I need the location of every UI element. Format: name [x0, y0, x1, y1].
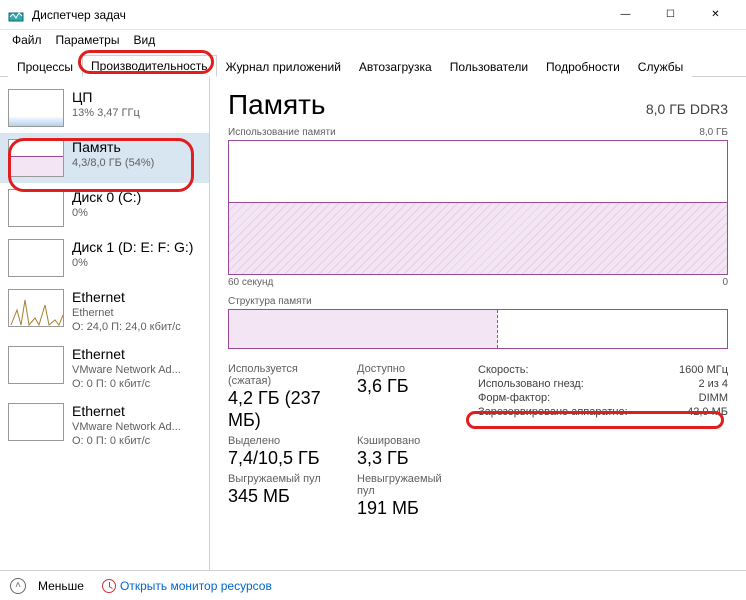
sidebar-label: ЦП — [72, 89, 140, 105]
sidebar-sub: 0% — [72, 206, 141, 220]
tab-app-history[interactable]: Журнал приложений — [217, 56, 350, 77]
tab-startup[interactable]: Автозагрузка — [350, 56, 441, 77]
sidebar-item-ethernet-1[interactable]: Ethernet VMware Network Ad... О: 0 П: 0 … — [0, 340, 209, 397]
sidebar-item-disk0[interactable]: Диск 0 (C:) 0% — [0, 183, 209, 233]
page-title: Память — [228, 89, 326, 121]
hw-reserved-value: 42,0 МБ — [687, 406, 728, 418]
hw-reserved-label: Зарезервировано аппаратно: — [478, 406, 628, 418]
main-panel: Память 8,0 ГБ DDR3 Использование памяти … — [210, 77, 746, 570]
stat-avail-value: 3,6 ГБ — [357, 375, 462, 397]
tab-services[interactable]: Службы — [629, 56, 692, 77]
maximize-button[interactable]: ☐ — [648, 0, 693, 30]
open-resource-monitor-link[interactable]: Открыть монитор ресурсов — [120, 579, 272, 593]
ethernet-thumb — [8, 346, 64, 384]
content: ЦП 13% 3,47 ГГц Память 4,3/8,0 ГБ (54%) … — [0, 77, 746, 570]
sidebar-item-cpu[interactable]: ЦП 13% 3,47 ГГц — [0, 83, 209, 133]
stat-committed-value: 7,4/10,5 ГБ — [228, 447, 333, 469]
sidebar-sub: 0% — [72, 256, 193, 270]
sidebar-label: Память — [72, 139, 154, 155]
ethernet-thumb — [8, 289, 64, 327]
app-icon — [8, 7, 24, 23]
footer: ˄ Меньше Открыть монитор ресурсов — [0, 570, 746, 600]
sidebar-sub2: О: 0 П: 0 кбит/с — [72, 434, 181, 448]
close-button[interactable]: ✕ — [693, 0, 738, 30]
stat-nonpaged-value: 191 МБ — [357, 497, 462, 519]
ethernet-thumb — [8, 403, 64, 441]
tab-performance[interactable]: Производительность — [82, 55, 216, 77]
hw-form-value: DIMM — [699, 392, 728, 404]
sidebar-label: Диск 0 (C:) — [72, 189, 141, 205]
hw-slots-value: 2 из 4 — [698, 378, 728, 390]
window-title: Диспетчер задач — [32, 8, 126, 22]
axis-left: 60 секунд — [228, 277, 273, 288]
menu-options[interactable]: Параметры — [52, 31, 124, 49]
hw-form-label: Форм-фактор: — [478, 392, 550, 404]
sidebar-sub: VMware Network Ad... — [72, 363, 181, 377]
menu-file[interactable]: Файл — [8, 31, 46, 49]
menu-view[interactable]: Вид — [129, 31, 159, 49]
memory-thumb — [8, 139, 64, 177]
tab-details[interactable]: Подробности — [537, 56, 629, 77]
sidebar-item-disk1[interactable]: Диск 1 (D: E: F: G:) 0% — [0, 233, 209, 283]
memory-hardware: 8,0 ГБ DDR3 — [646, 101, 728, 117]
disk-thumb — [8, 239, 64, 277]
collapse-icon[interactable]: ˄ — [10, 578, 26, 594]
tab-users[interactable]: Пользователи — [441, 56, 537, 77]
memory-composition-chart — [228, 309, 728, 349]
stat-inuse-label: Используется (сжатая) — [228, 363, 333, 387]
sidebar-sub: VMware Network Ad... — [72, 420, 181, 434]
monitor-icon — [102, 579, 116, 593]
stat-avail-label: Доступно — [357, 363, 462, 375]
stat-paged-label: Выгружаемый пул — [228, 473, 333, 485]
sidebar-label: Ethernet — [72, 346, 181, 362]
fewer-details-button[interactable]: Меньше — [38, 579, 84, 593]
tabstrip: Процессы Производительность Журнал прило… — [0, 50, 746, 77]
hw-slots-label: Использовано гнезд: — [478, 378, 584, 390]
menubar: Файл Параметры Вид — [0, 30, 746, 50]
sidebar-label: Ethernet — [72, 289, 181, 305]
sidebar: ЦП 13% 3,47 ГГц Память 4,3/8,0 ГБ (54%) … — [0, 77, 210, 570]
sidebar-sub2: О: 24,0 П: 24,0 кбит/с — [72, 320, 181, 334]
sidebar-label: Ethernet — [72, 403, 181, 419]
stat-nonpaged-label: Невыгружаемый пул — [357, 473, 462, 497]
hw-speed-label: Скорость: — [478, 364, 529, 376]
sidebar-sub: 13% 3,47 ГГц — [72, 106, 140, 120]
stat-cached-value: 3,3 ГБ — [357, 447, 462, 469]
sidebar-item-ethernet-0[interactable]: Ethernet Ethernet О: 24,0 П: 24,0 кбит/с — [0, 283, 209, 340]
disk-thumb — [8, 189, 64, 227]
stat-cached-label: Кэшировано — [357, 435, 462, 447]
sidebar-label: Диск 1 (D: E: F: G:) — [72, 239, 193, 255]
struct-chart-label: Структура памяти — [228, 296, 312, 307]
stat-committed-label: Выделено — [228, 435, 333, 447]
usage-chart-label: Использование памяти — [228, 127, 336, 138]
sidebar-sub: 4,3/8,0 ГБ (54%) — [72, 156, 154, 170]
memory-usage-chart — [228, 140, 728, 275]
hw-speed-value: 1600 МГц — [679, 364, 728, 376]
titlebar: Диспетчер задач — ☐ ✕ — [0, 0, 746, 30]
sidebar-item-memory[interactable]: Память 4,3/8,0 ГБ (54%) — [0, 133, 209, 183]
usage-chart-max: 8,0 ГБ — [699, 127, 728, 138]
sidebar-sub: Ethernet — [72, 306, 181, 320]
minimize-button[interactable]: — — [603, 0, 648, 30]
cpu-thumb — [8, 89, 64, 127]
sidebar-sub2: О: 0 П: 0 кбит/с — [72, 377, 181, 391]
stat-inuse-value: 4,2 ГБ (237 МБ) — [228, 387, 333, 431]
sidebar-item-ethernet-2[interactable]: Ethernet VMware Network Ad... О: 0 П: 0 … — [0, 397, 209, 454]
tab-processes[interactable]: Процессы — [8, 56, 82, 77]
axis-right: 0 — [722, 277, 728, 288]
stat-paged-value: 345 МБ — [228, 485, 333, 507]
